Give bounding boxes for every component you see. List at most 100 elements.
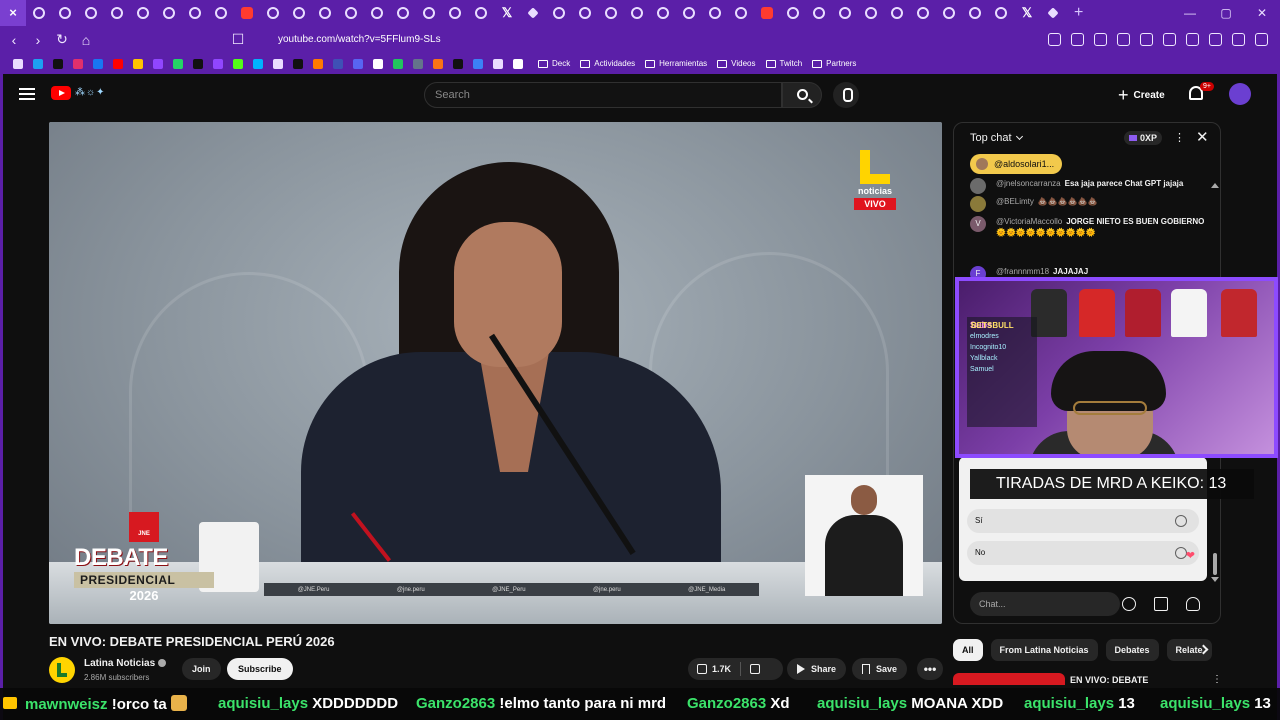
chat-message[interactable]: @jnelsoncarranza Esa jaja parece Chat GPT… [970, 178, 1206, 194]
search-input[interactable] [425, 83, 781, 107]
bookmark-icon[interactable] [333, 58, 343, 69]
forward-icon[interactable]: › [28, 32, 48, 48]
bookmark-icon[interactable] [453, 58, 463, 69]
extension-icon[interactable] [1048, 33, 1061, 46]
x-icon[interactable] [193, 58, 203, 69]
window-close-icon[interactable]: ✕ [1244, 0, 1280, 26]
related-video-thumbnail[interactable] [953, 673, 1065, 685]
chat-close-icon[interactable]: ✕ [1196, 128, 1209, 146]
browser-tab[interactable] [286, 0, 312, 26]
create-button[interactable]: + Create [1118, 83, 1165, 107]
browser-tab[interactable] [390, 0, 416, 26]
pinned-user-chip[interactable]: @aldosolari1... [970, 154, 1063, 174]
chat-message[interactable]: @BELimty 💩💩💩💩💩💩 [970, 196, 1206, 212]
browser-tab[interactable] [520, 0, 546, 26]
related-video-title[interactable]: EN VIVO: DEBATE [1070, 675, 1148, 685]
home-icon[interactable]: ⌂ [76, 32, 96, 48]
chat-input[interactable]: Chat... [970, 592, 1120, 616]
browser-tab[interactable] [130, 0, 156, 26]
browser-tab[interactable] [936, 0, 962, 26]
bookmark-icon[interactable] [473, 58, 483, 69]
bookmark-folder[interactable]: Actividades [580, 59, 635, 68]
more-actions-button[interactable]: ••• [917, 658, 943, 680]
bookmark-icon[interactable] [273, 58, 283, 69]
youtube-logo-icon[interactable] [51, 86, 71, 100]
browser-tab[interactable] [728, 0, 754, 26]
channel-name[interactable]: Latina Noticias [84, 658, 155, 669]
browser-tab[interactable] [572, 0, 598, 26]
youtube-icon[interactable] [113, 58, 123, 69]
browser-tab[interactable] [910, 0, 936, 26]
browser-tab[interactable] [364, 0, 390, 26]
reaction-heart-icon[interactable] [1186, 597, 1200, 611]
bookmark-icon[interactable] [293, 58, 303, 69]
reload-icon[interactable]: ↻ [52, 31, 72, 48]
dislike-button[interactable] [741, 664, 769, 674]
bookmark-icon[interactable] [253, 58, 263, 69]
bookmark-folder[interactable]: Deck [538, 59, 570, 68]
filter-chip[interactable]: From Latina Noticias [990, 639, 1098, 661]
apps-icon[interactable] [13, 58, 23, 69]
chat-more-icon[interactable]: ⋮ [1174, 131, 1185, 144]
url-field[interactable]: ☐ youtube.com/watch?v=5FFlum9-SLs [228, 29, 968, 50]
extension-icon[interactable] [1186, 33, 1199, 46]
channel-avatar[interactable] [49, 657, 75, 683]
back-icon[interactable]: ‹ [4, 32, 24, 48]
close-icon[interactable]: × [7, 6, 19, 19]
browser-tab[interactable] [52, 0, 78, 26]
chat-scrollbar-thumb[interactable] [1213, 553, 1217, 575]
scroll-down-icon[interactable] [1211, 577, 1219, 582]
poll-option-yes[interactable]: Sí [967, 509, 1199, 533]
related-more-icon[interactable]: ⋮ [1212, 674, 1222, 685]
bookmark-folder[interactable]: Videos [717, 59, 756, 68]
new-tab-icon[interactable]: + [1074, 4, 1083, 22]
chat-message[interactable]: V @VictoriaMaccollo JORGE NIETO ES BUEN GO… [970, 216, 1206, 238]
extension-icon[interactable] [1140, 33, 1153, 46]
browser-tab[interactable] [312, 0, 338, 26]
kick-icon[interactable] [233, 58, 243, 69]
extension-icon[interactable] [1117, 33, 1130, 46]
bookmark-icon[interactable] [393, 58, 403, 69]
account-avatar[interactable] [1229, 83, 1251, 105]
subscribe-button[interactable]: Subscribe [227, 658, 293, 680]
browser-tab[interactable] [104, 0, 130, 26]
browser-tab[interactable] [468, 0, 494, 26]
browser-tab[interactable] [650, 0, 676, 26]
browser-tab[interactable] [832, 0, 858, 26]
browser-tab[interactable] [780, 0, 806, 26]
browser-tab[interactable] [702, 0, 728, 26]
twitch-icon[interactable] [153, 58, 163, 69]
extension-icon[interactable] [1163, 33, 1176, 46]
bookmark-icon[interactable] [133, 58, 143, 69]
bookmark-folder[interactable]: Twitch [765, 59, 802, 68]
bookmark-folder[interactable]: Herramientas [645, 59, 707, 68]
browser-tab[interactable] [962, 0, 988, 26]
browser-tab[interactable] [78, 0, 104, 26]
extension-icon[interactable] [1094, 33, 1107, 46]
browser-tab[interactable] [806, 0, 832, 26]
chat-author-name[interactable]: @frannnmm18 [996, 267, 1049, 276]
browser-tab[interactable] [884, 0, 910, 26]
browser-tab[interactable] [598, 0, 624, 26]
browser-tab[interactable] [260, 0, 286, 26]
bookmark-icon[interactable] [173, 58, 183, 69]
tab-close-active[interactable]: × [0, 0, 26, 26]
browser-tab[interactable] [988, 0, 1014, 26]
poll-option-no[interactable]: No ❤ [967, 541, 1199, 565]
share-button[interactable]: Share [787, 658, 847, 680]
browser-tab[interactable] [546, 0, 572, 26]
extension-icon[interactable] [1071, 33, 1084, 46]
chat-author-name[interactable]: @BELimty [996, 197, 1034, 206]
bookmark-icon[interactable] [33, 58, 43, 69]
filter-chip[interactable]: Debates [1105, 639, 1159, 661]
chat-author-name[interactable]: @VictoriaMaccollo [996, 217, 1062, 226]
chat-mode-dropdown[interactable]: Top chat [970, 132, 1023, 144]
browser-tab[interactable] [624, 0, 650, 26]
bookmark-icon[interactable] [513, 58, 523, 69]
browser-tab[interactable] [416, 0, 442, 26]
browser-tab[interactable] [442, 0, 468, 26]
minimize-icon[interactable]: — [1172, 0, 1208, 26]
browser-tab[interactable] [156, 0, 182, 26]
channel-name-row[interactable]: Latina Noticias [84, 658, 167, 669]
bookmark-icon[interactable] [433, 58, 443, 69]
